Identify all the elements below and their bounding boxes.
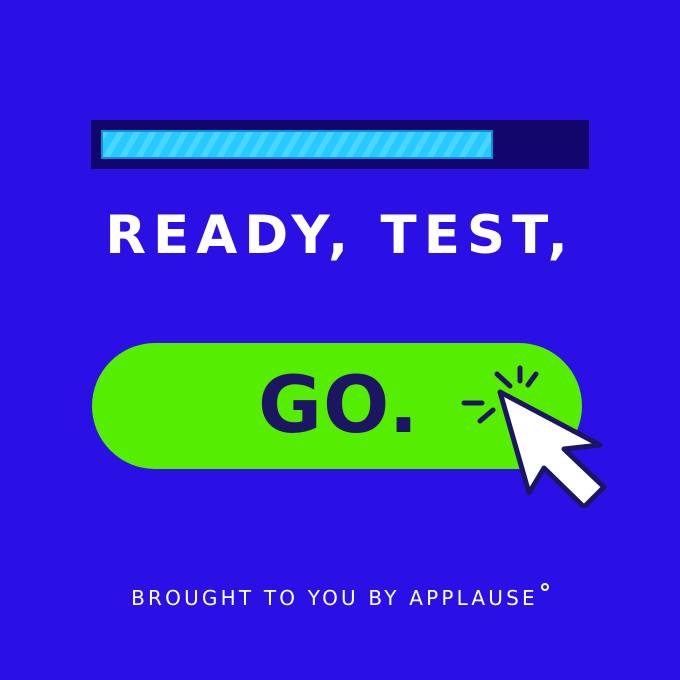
byline: BROUGHT TO YOU BY APPLAUSE: [0, 583, 680, 610]
cursor-click-icon: [450, 358, 610, 508]
go-button-label: GO.: [258, 361, 420, 451]
progress-bar: [91, 120, 589, 169]
headline: READY, TEST,: [105, 205, 575, 266]
trademark-ring-icon: [540, 583, 549, 591]
byline-text: BROUGHT TO YOU BY APPLAUSE: [131, 586, 538, 610]
progress-fill: [101, 130, 493, 159]
poster: READY, TEST, GO. BROUGHT TO YOU BY APPLA…: [0, 0, 680, 680]
